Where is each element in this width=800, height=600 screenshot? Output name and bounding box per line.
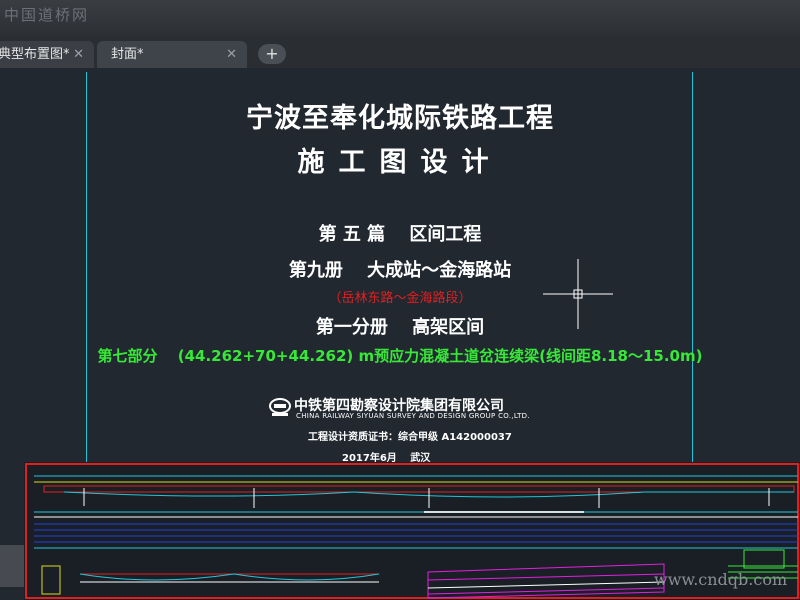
project-title: 宁波至奉化城际铁路工程 (246, 103, 554, 134)
tab-label: 封面* (111, 47, 144, 62)
crosshair-cursor-icon (543, 259, 613, 329)
tab-cover[interactable]: 封面* ✕ (97, 41, 247, 68)
organization-block: 中铁第四勘察设计院集团有限公司 CHINA RAILWAY SIYUAN SUR… (268, 396, 548, 422)
design-stage-title: 施工图设计 (297, 147, 503, 178)
subvolume-label: 第一分册 高架区间 (315, 317, 485, 338)
close-icon[interactable]: ✕ (226, 41, 237, 68)
tab-label: 典型布置图* (0, 47, 70, 62)
viewport-control[interactable] (0, 545, 24, 587)
tab-layout-drawing[interactable]: 典型布置图* ✕ (0, 41, 94, 68)
watermark-bottom: www.cndqb.com (654, 570, 788, 589)
organization-name-en: CHINA RAILWAY SIYUAN SURVEY AND DESIGN G… (296, 412, 530, 420)
add-tab-button[interactable]: + (258, 44, 286, 64)
volume-label: 第九册 大成站～金海路站 (288, 260, 512, 281)
section-label: 第七部分 (44.262+70+44.262) m预应力混凝土道岔连续梁(线间距… (97, 347, 703, 365)
company-logo-icon (269, 398, 291, 416)
watermark-top: 中国道桥网 (4, 6, 90, 24)
segment-label: （岳林东路～金海路段） (328, 291, 472, 306)
title-bar: 中国道桥网 (0, 0, 800, 38)
document-tab-bar: 典型布置图* ✕ 封面* ✕ (0, 38, 800, 69)
close-icon[interactable]: ✕ (73, 41, 84, 68)
certificate-text: 工程设计资质证书：综合甲级 A142000037 (308, 432, 512, 443)
part-label: 第 五 篇 区间工程 (318, 224, 482, 245)
